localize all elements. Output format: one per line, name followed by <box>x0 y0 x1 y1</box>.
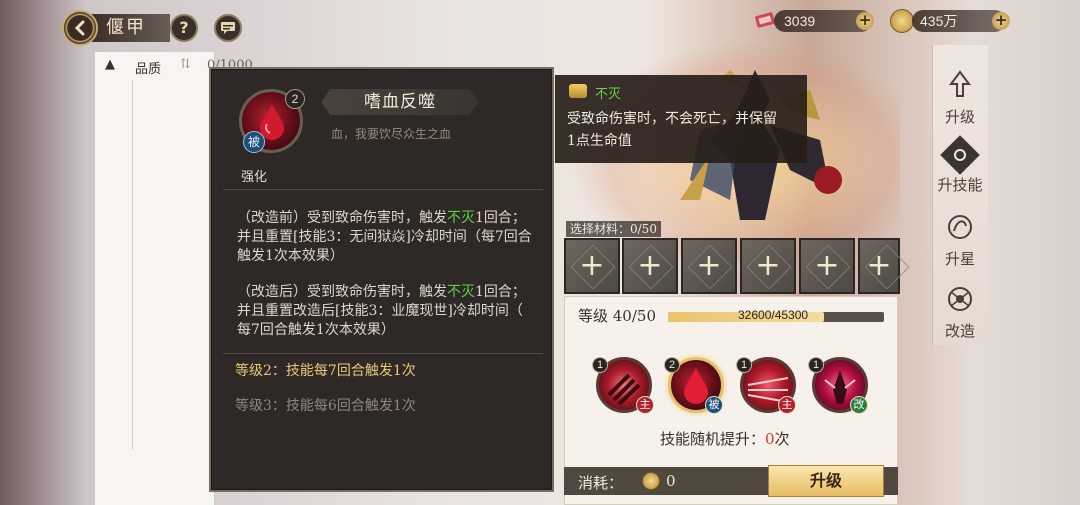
chat-icon <box>221 22 235 34</box>
random-upgrade-line: 技能随机提升：0次 <box>660 428 790 449</box>
menu-item-skill-up[interactable]: 升技能 <box>932 135 988 195</box>
add-gold-button[interactable]: + <box>992 12 1010 30</box>
skill-level-badge: 2 <box>664 357 680 373</box>
effect-after: （改造后）受到致命伤害时，触发不灭1回合； 并且重置改造后[技能3：业魔现世]冷… <box>237 283 537 340</box>
remodel-icon <box>948 287 972 311</box>
active-badge: 主 <box>778 396 796 414</box>
random-label: 技能随机提升： <box>660 430 766 448</box>
buff-desc-line1: 受致命伤害时，不会死亡，并保留 <box>567 111 777 127</box>
skill-level-badge: 1 <box>592 357 608 373</box>
equipment-list-panel <box>95 52 215 505</box>
add-icon: + <box>814 248 840 283</box>
chat-button[interactable] <box>214 14 242 42</box>
skill-tooltip: 2 被 嗜血反噬 血，我要饮尽众生之血 强化 （改造前）受到致命伤害时，触发不灭… <box>209 67 554 492</box>
back-button[interactable] <box>62 10 98 46</box>
after-prefix: （改造后）受到致命伤害时，触发 <box>237 284 447 300</box>
material-slot[interactable]: + <box>564 238 620 294</box>
material-slot[interactable]: + <box>681 238 737 294</box>
menu-item-upgrade[interactable]: 升级 <box>932 70 988 127</box>
help-button[interactable]: ? <box>170 14 198 42</box>
add-ticket-button[interactable]: + <box>856 12 874 30</box>
level-label: 等级 40/50 <box>578 307 656 325</box>
before-line3: 触发1次本效果） <box>237 248 344 264</box>
skill-level-badge: 1 <box>808 357 824 373</box>
back-arrow-icon <box>74 20 85 36</box>
menu-item-remodel[interactable]: 改造 <box>932 284 988 341</box>
skill-level-badge: 2 <box>285 89 305 109</box>
cost-label: 消耗： <box>578 474 624 492</box>
upgrade-button[interactable]: 升级 <box>768 465 884 497</box>
menu-label: 升星 <box>944 250 975 268</box>
sort-label[interactable]: 品质 <box>135 58 161 77</box>
list-divider <box>132 80 133 450</box>
add-icon: + <box>755 248 781 283</box>
sort-toggle-icon[interactable]: ⇅ <box>180 57 191 72</box>
add-icon: + <box>579 248 605 283</box>
buff-desc-line2: 1点生命值 <box>567 133 632 149</box>
add-icon: + <box>696 248 722 283</box>
passive-badge: 被 <box>243 131 265 153</box>
after-keyword: 不灭 <box>447 284 475 300</box>
cost-value: 0 <box>666 472 676 490</box>
add-icon: + <box>866 248 892 283</box>
after-suffix: 1回合； <box>475 284 526 300</box>
upgrade-icon <box>949 70 971 97</box>
buff-icon <box>569 84 587 98</box>
random-unit: 次 <box>774 430 790 448</box>
active-badge: 主 <box>636 396 654 414</box>
skill-up-inner <box>954 149 966 161</box>
tooltip-divider <box>223 189 543 190</box>
sort-arrow-icon[interactable]: ▲ <box>105 57 115 72</box>
passive-badge: 被 <box>705 396 723 414</box>
buff-name: 不灭 <box>595 87 622 102</box>
material-slot[interactable]: + <box>740 238 796 294</box>
menu-item-star-up[interactable]: 升星 <box>932 212 988 269</box>
enhance-label: 强化 <box>241 170 268 185</box>
buff-tooltip: 不灭 受致命伤害时，不会死亡，并保留 1点生命值 <box>555 75 807 163</box>
before-keyword: 不灭 <box>447 210 475 226</box>
skill-name: 嗜血反噬 <box>321 89 479 115</box>
skill-level-badge: 1 <box>736 357 752 373</box>
skill-flavor-text: 血，我要饮尽众生之血 <box>331 127 452 141</box>
remodel-badge: 改 <box>850 396 868 414</box>
menu-label: 改造 <box>944 322 975 340</box>
menu-label: 升技能 <box>937 176 983 194</box>
exp-text: 32600/45300 <box>738 308 809 322</box>
level2-effect: 等级2：技能每7回合触发1次 <box>235 363 416 379</box>
before-prefix: （改造前）受到致命伤害时，触发 <box>237 210 447 226</box>
material-slot[interactable]: + <box>622 238 678 294</box>
material-slot[interactable]: + <box>799 238 855 294</box>
level3-effect: 等级3：技能每6回合触发1次 <box>235 398 416 414</box>
gold-coin-icon <box>890 9 914 33</box>
material-slot[interactable]: + <box>858 238 900 294</box>
materials-label: 选择材料：0/50 <box>566 221 661 237</box>
before-suffix: 1回合； <box>475 210 526 226</box>
page-title: 偃甲 <box>90 14 170 42</box>
before-line2: 并且重置[技能3：无间狱焱]冷却时间（每7回合 <box>237 229 532 245</box>
effect-before: （改造前）受到致命伤害时，触发不灭1回合； 并且重置[技能3：无间狱焱]冷却时间… <box>237 209 537 266</box>
menu-label: 升级 <box>944 108 975 126</box>
star-up-icon <box>948 215 972 239</box>
after-line2: 并且重置改造后[技能3：业魔现世]冷却时间（ <box>237 303 523 319</box>
question-icon: ? <box>179 18 189 37</box>
after-line3: 每7回合触发1次本效果） <box>237 322 395 338</box>
add-icon: + <box>637 248 663 283</box>
gold-coin-icon <box>642 472 660 490</box>
tooltip-divider-2 <box>223 353 543 354</box>
random-value: 0 <box>765 430 775 448</box>
